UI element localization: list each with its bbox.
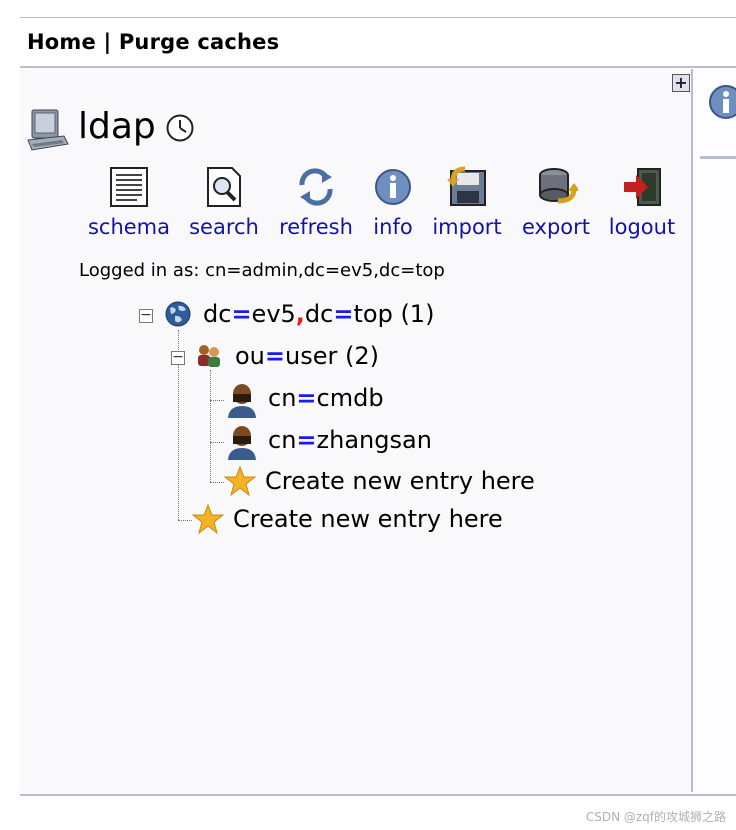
tree-node-root[interactable]: dc=ev5,dc=top (1)	[203, 300, 434, 328]
rdn-value: top	[353, 300, 393, 328]
rdn-value: zhangsan	[316, 426, 432, 454]
tree-line	[178, 520, 192, 521]
schema-button[interactable]: schema	[86, 165, 172, 239]
refresh-icon	[299, 168, 333, 206]
tree-line	[210, 482, 224, 483]
equals-sign: =	[264, 342, 286, 370]
refresh-label: refresh	[279, 215, 353, 239]
right-panel	[693, 69, 736, 794]
info-icon	[375, 169, 411, 205]
comma-separator: ,	[295, 300, 305, 328]
import-button[interactable]: import	[428, 165, 506, 239]
collapse-toggle-ou[interactable]: −	[171, 350, 185, 365]
logout-button[interactable]: logout	[604, 165, 680, 239]
equals-sign: =	[296, 426, 317, 454]
info-icon	[709, 85, 736, 119]
child-count: (2)	[345, 342, 380, 370]
rdn-value: user	[285, 342, 338, 370]
search-icon	[207, 167, 241, 207]
export-label: export	[521, 215, 591, 239]
create-entry-link-ou[interactable]: Create new entry here	[265, 467, 535, 495]
schema-label: schema	[87, 215, 171, 239]
rdn-value: cmdb	[316, 384, 384, 412]
tree-node-entry[interactable]: cn=cmdb	[268, 384, 384, 412]
import-label: import	[432, 215, 502, 239]
schema-icon	[110, 167, 148, 207]
search-button[interactable]: search	[184, 165, 264, 239]
logout-icon	[624, 168, 661, 206]
refresh-button[interactable]: refresh	[275, 165, 357, 239]
plus-icon: +	[674, 73, 688, 92]
top-menu: Home | Purge caches	[27, 30, 279, 54]
clock-icon[interactable]	[165, 113, 195, 143]
equals-sign: =	[333, 300, 354, 328]
menu-divider	[20, 66, 736, 68]
collapse-toggle-root[interactable]: −	[139, 308, 153, 323]
user-icon	[228, 426, 256, 460]
rdn-attr: dc	[304, 300, 334, 328]
tree-line	[210, 370, 211, 482]
equals-sign: =	[296, 384, 317, 412]
rdn-attr: cn	[268, 384, 297, 412]
right-panel-divider	[700, 156, 736, 159]
tree-line	[210, 442, 224, 443]
watermark: CSDN @zqf的攻城狮之路	[585, 810, 726, 824]
home-link[interactable]: Home	[27, 30, 96, 54]
equals-sign: =	[231, 300, 252, 328]
star-icon	[224, 465, 256, 497]
tree-node-ou[interactable]: ou=user (2)	[235, 342, 379, 370]
user-icon	[228, 384, 256, 418]
purge-caches-link[interactable]: Purge caches	[119, 30, 279, 54]
bottom-divider	[20, 794, 736, 796]
rdn-attr: cn	[268, 426, 297, 454]
expand-panel-button[interactable]: +	[672, 74, 690, 92]
search-label: search	[189, 215, 259, 239]
import-icon	[447, 166, 486, 206]
info-button[interactable]: info	[369, 165, 417, 239]
create-entry-link-root[interactable]: Create new entry here	[233, 505, 503, 533]
logged-in-status: Logged in as: cn=admin,dc=ev5,dc=top	[79, 260, 445, 281]
export-icon	[539, 168, 578, 204]
tree-line	[210, 400, 224, 401]
globe-icon	[165, 301, 191, 327]
tree-node-entry[interactable]: cn=zhangsan	[268, 426, 432, 454]
star-icon	[192, 503, 224, 535]
rdn-attr: ou	[235, 342, 265, 370]
rdn-attr: dc	[203, 300, 232, 328]
info-label: info	[373, 215, 413, 239]
child-count: (1)	[400, 300, 435, 328]
logout-label: logout	[608, 215, 676, 239]
server-name[interactable]: ldap	[78, 106, 156, 147]
menu-separator: |	[103, 30, 112, 54]
computer-icon	[27, 109, 69, 151]
group-icon	[198, 345, 220, 367]
export-button[interactable]: export	[517, 165, 595, 239]
rdn-value: ev5	[251, 300, 296, 328]
